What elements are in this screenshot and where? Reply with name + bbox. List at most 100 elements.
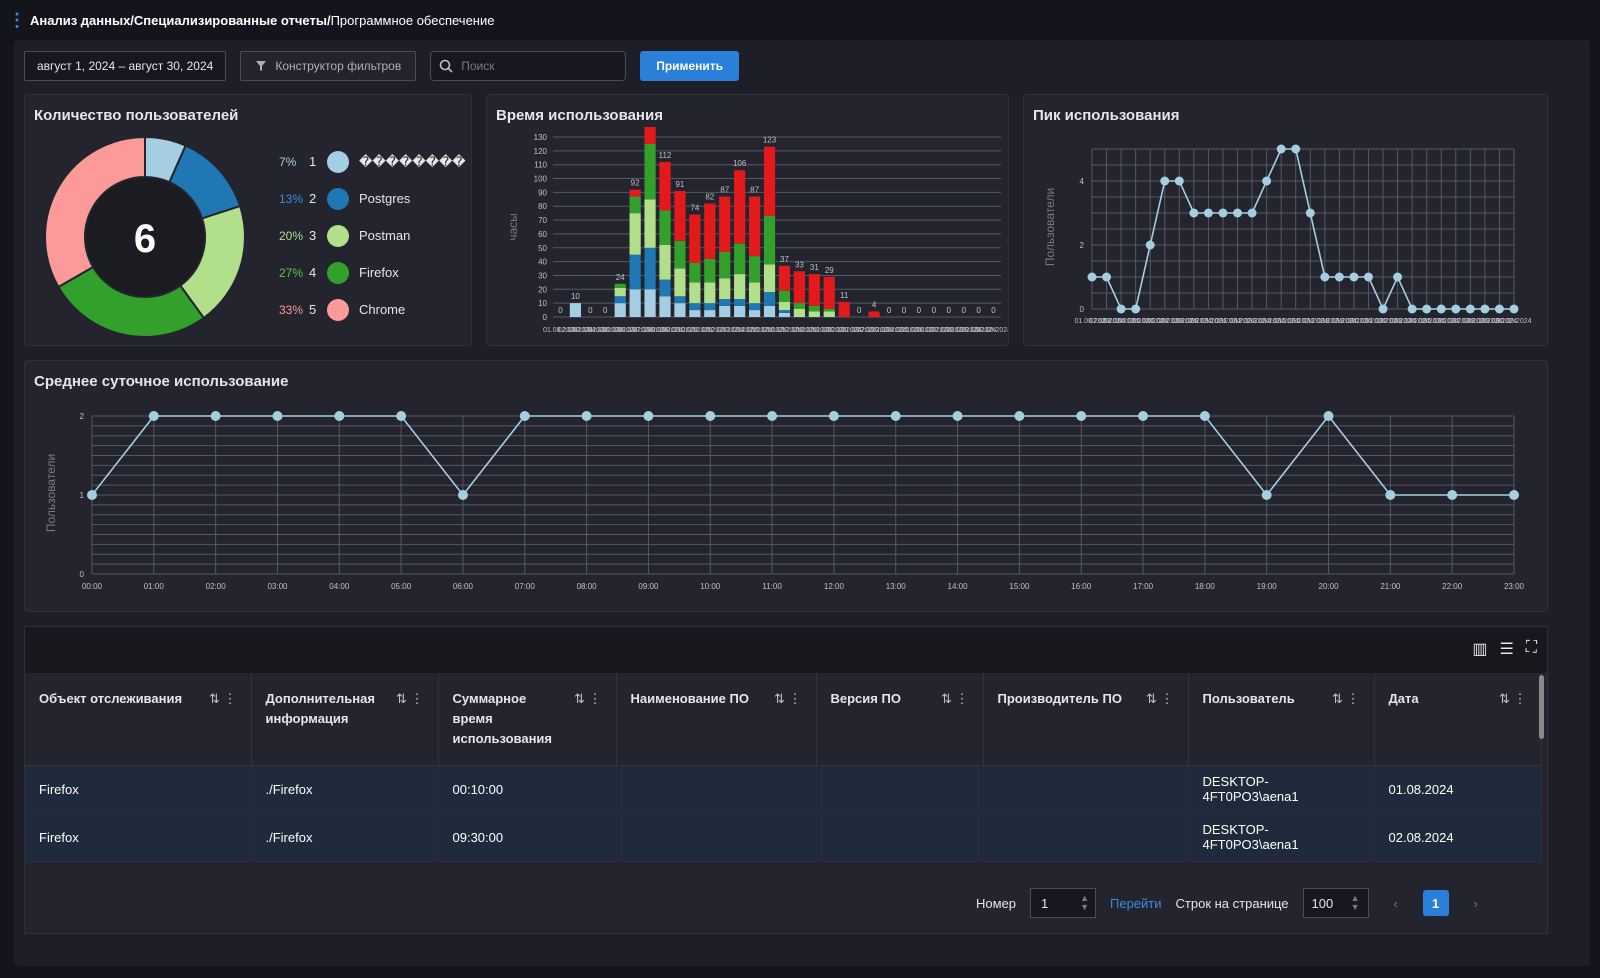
sort-icon[interactable]: ⇅ [1499,691,1510,706]
legend-name: Chrome [359,302,406,317]
bar-total-label: 123 [763,136,777,145]
bar-total-label: 0 [902,306,907,315]
bar-segment [659,296,671,317]
sort-icon[interactable]: ⇅ [1332,691,1343,706]
column-header-object[interactable]: Объект отслеживания ⇅ ⋮ [25,673,252,766]
data-point [1276,144,1286,154]
column-header-info[interactable]: Дополнительная информация ⇅ ⋮ [251,673,439,766]
sort-icon[interactable]: ⇅ [574,691,585,706]
bar-segment [823,308,835,312]
y-tick-label: 0 [1080,305,1085,314]
sort-icon[interactable]: ⇅ [941,691,952,706]
data-point [87,490,97,500]
breadcrumb-path[interactable]: Анализ данных/Специализированные отчеты/ [30,13,331,28]
column-header-date[interactable]: Дата ⇅ ⋮ [1374,673,1542,766]
table-row[interactable]: Firefox ./Firefox 00:10:00 DESKTOP-4FT0P… [25,765,1542,814]
density-icon[interactable]: ☰ [1499,639,1513,659]
stepper-icon[interactable]: ▲ ▼ [1080,894,1089,912]
peak-usage-card: Пик использования 0 2 4 Пользователи 01.08.2… [1023,94,1548,346]
x-tick-label: 09:00 [638,582,659,591]
legend-color-dot [327,298,349,321]
column-menu-icon[interactable]: ⋮ [1347,691,1360,706]
apply-button[interactable]: Применить [640,51,739,81]
column-header-software-name[interactable]: Наименование ПО ⇅ ⋮ [616,673,817,766]
next-page-icon[interactable]: › [1463,890,1489,916]
usage-time-card: Время использования 0 10 20 30 40 50 60 70 80 90 1… [486,94,1009,346]
bar-segment [614,296,626,304]
bar-segment [689,303,701,311]
sort-icon[interactable]: ⇅ [396,691,407,706]
column-header-user[interactable]: Пользователь ⇅ ⋮ [1188,673,1375,766]
x-tick-label: 30.08.2024 [1496,318,1531,325]
legend-item[interactable]: 13% 2 Postgres [279,180,466,217]
y-tick-label: 110 [534,161,547,170]
users-donut-chart: 6 [44,135,246,338]
search-field[interactable] [430,51,627,81]
legend-item[interactable]: 7% 1 �������� [279,143,466,180]
toolbar: август 1, 2024 – август 30, 2024 Констру… [24,50,739,82]
x-tick-label: 19:00 [1257,582,1278,591]
data-point [828,411,839,421]
filter-builder-button[interactable]: Конструктор фильтров [240,51,417,81]
bar-segment [719,305,731,317]
legend-item[interactable]: 20% 3 Postman [279,217,466,254]
bar-segment [719,251,731,279]
legend-item[interactable]: 33% 5 Chrome [279,291,466,328]
usage-time-title: Время использования [496,107,663,124]
table-scrollbar[interactable] [1539,675,1544,739]
sort-icon[interactable]: ⇅ [209,691,220,706]
x-tick-label: 16:00 [1071,582,1092,591]
column-header-total-time[interactable]: Суммарное время использования ⇅ ⋮ [438,673,617,766]
data-point [148,411,159,421]
rows-per-page-select[interactable]: 100 ▲ ▼ [1302,888,1369,918]
peak-usage-title: Пик использования [1033,107,1180,124]
column-menu-icon[interactable]: ⋮ [224,691,237,706]
x-tick-label: 21:00 [1380,582,1401,591]
search-input[interactable] [461,59,612,73]
date-range-picker[interactable]: август 1, 2024 – август 30, 2024 [24,51,227,81]
bar-segment [689,310,701,317]
bar-segment [629,196,641,214]
bar-segment [659,210,671,245]
sort-icon[interactable]: ⇅ [1146,691,1157,706]
bar-segment [659,245,671,280]
data-point [1385,490,1396,500]
data-point [1145,240,1155,250]
data-point [1218,208,1228,218]
bar-segment [614,283,626,288]
legend-item[interactable]: 27% 4 Firefox [279,254,466,291]
go-to-page-link[interactable]: Перейти [1110,896,1162,911]
data-point [705,411,716,421]
column-menu-icon[interactable]: ⋮ [1161,691,1174,706]
column-header-vendor[interactable]: Производитель ПО ⇅ ⋮ [983,673,1189,766]
table-cell [616,765,817,814]
select-arrows-icon: ▲ ▼ [1350,893,1360,912]
y-tick-label: 2 [80,412,85,421]
column-menu-icon[interactable]: ⋮ [411,691,424,706]
bar-segment [749,256,761,283]
bar-segment [778,265,791,291]
prev-page-icon[interactable]: ‹ [1383,890,1409,916]
legend-pct: 33% [279,302,304,317]
menu-kebab-icon[interactable]: ⋮ [8,10,26,31]
column-menu-icon[interactable]: ⋮ [589,691,602,706]
page-button[interactable]: 1 [1422,890,1449,916]
sort-icon[interactable]: ⇅ [774,691,785,706]
fullscreen-icon[interactable]: ⛶ [1526,639,1537,659]
column-menu-icon[interactable]: ⋮ [956,691,969,706]
bar-segment [749,282,761,304]
column-menu-icon[interactable]: ⋮ [789,691,802,706]
columns-icon[interactable]: ▥ [1472,639,1487,659]
column-menu-icon[interactable]: ⋮ [1514,691,1527,706]
grid-tools: ▥ ☰ ⛶ [1472,639,1537,659]
column-header-label: Пользователь [1202,691,1295,706]
bar-segment [808,305,820,312]
table-row[interactable]: Firefox ./Firefox 09:30:00 DESKTOP-4FT0P… [25,813,1542,862]
data-point [1261,490,1272,500]
bar-segment [644,127,656,144]
bar-segment [674,191,686,241]
bar-segment [868,311,880,317]
page-number-input[interactable]: 1 ▲ ▼ [1030,888,1097,918]
column-header-version[interactable]: Версия ПО ⇅ ⋮ [816,673,984,766]
bar-segment [704,310,716,317]
